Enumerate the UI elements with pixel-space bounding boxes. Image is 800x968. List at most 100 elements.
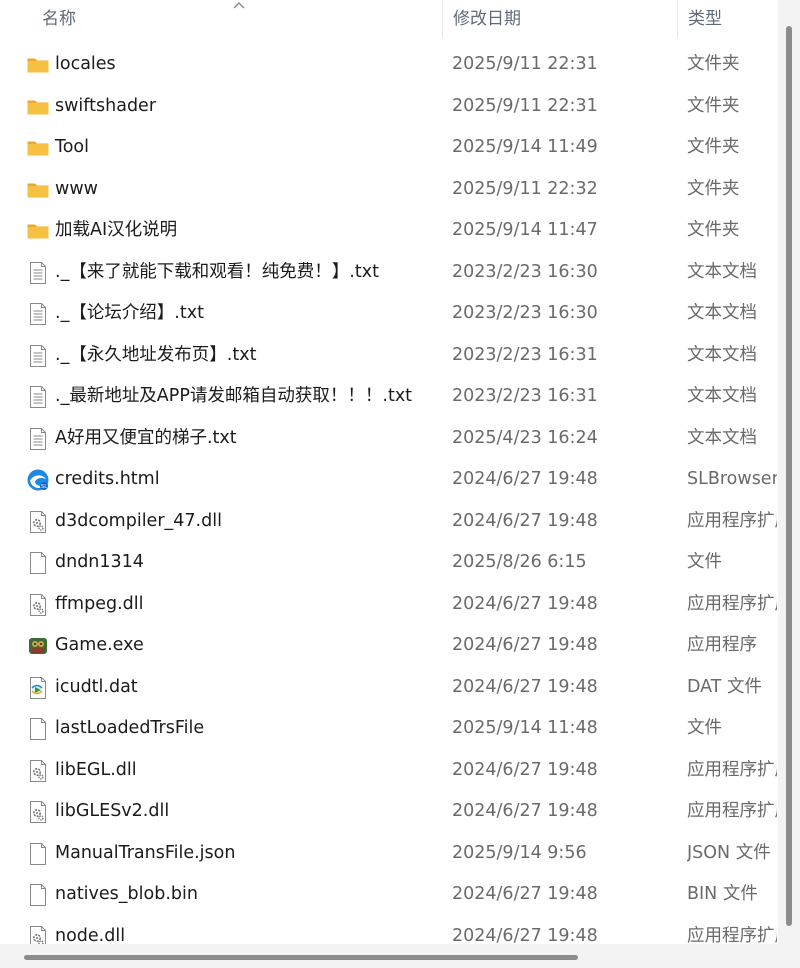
file-type: 文本文档 [687, 386, 757, 406]
file-name: natives_blob.bin [55, 884, 198, 904]
file-row-icudtl-dat[interactable]: icudtl.dat 2024/6/27 19:48 DAT 文件 [0, 667, 778, 709]
column-header-bar: 名称 修改日期 类型 [0, 0, 778, 38]
file-name: libGLESv2.dll [55, 801, 170, 821]
file-modified-date: 2023/2/23 16:31 [452, 386, 598, 406]
game-exe-icon [26, 634, 50, 658]
column-header-type-label: 类型 [688, 9, 722, 29]
file-modified-date: 2023/2/23 16:30 [452, 303, 598, 323]
file-type: 文件 [687, 552, 722, 572]
file-modified-date: 2025/9/11 22:31 [452, 54, 598, 74]
folder-icon [26, 53, 50, 77]
dll-file-icon [26, 759, 50, 783]
file-name: A好用又便宜的梯子.txt [55, 427, 237, 448]
file-row-txt[interactable]: ._【来了就能下载和观看！纯免费！】.txt 2023/2/23 16:30 文本文… [0, 252, 778, 294]
file-explorer: 名称 修改日期 类型 locales 2025/9/11 22:31 文件夹 swif… [0, 0, 800, 968]
file-modified-date: 2024/6/27 19:48 [452, 801, 598, 821]
file-type: DAT 文件 [687, 676, 763, 697]
folder-icon [26, 178, 50, 202]
file-row-txt[interactable]: ._【永久地址发布页】.txt 2023/2/23 16:31 文本文档 [0, 335, 778, 377]
column-header-date-label: 修改日期 [453, 9, 521, 29]
file-modified-date: 2025/9/14 11:48 [452, 718, 598, 738]
file-name: 加载AI汉化说明 [55, 220, 178, 240]
file-type: 文件夹 [687, 95, 740, 116]
horizontal-scrollbar-thumb[interactable] [24, 955, 578, 960]
file-row-www[interactable]: www 2025/9/11 22:32 文件夹 [0, 169, 778, 211]
file-type: 文件夹 [687, 54, 740, 74]
file-name: Tool [55, 137, 89, 157]
blank-file-icon [26, 883, 50, 907]
file-modified-date: 2023/2/23 16:30 [452, 261, 598, 282]
media-file-icon [26, 676, 50, 700]
file-name: d3dcompiler_47.dll [55, 510, 222, 531]
folder-icon [26, 136, 50, 160]
file-name: ffmpeg.dll [55, 593, 144, 614]
vertical-scrollbar-thumb[interactable] [786, 26, 792, 926]
file-name: www [55, 178, 98, 199]
file-row-locales[interactable]: locales 2025/9/11 22:31 文件夹 [0, 44, 778, 86]
file-row-manualtransfile-json[interactable]: ManualTransFile.json 2025/9/14 9:56 JSON 文… [0, 833, 778, 875]
file-modified-date: 2024/6/27 19:48 [452, 635, 598, 655]
file-type: 应用程序 [687, 635, 757, 655]
column-header-date[interactable]: 修改日期 [442, 0, 678, 38]
file-modified-date: 2024/6/27 19:48 [452, 510, 598, 531]
file-type: 应用程序扩展 [687, 510, 777, 531]
file-name: dndn1314 [55, 552, 144, 572]
file-modified-date: 2023/2/23 16:31 [452, 344, 598, 365]
file-type: BIN 文件 [687, 884, 758, 904]
file-row-ai[interactable]: 加载AI汉化说明 2025/9/14 11:47 文件夹 [0, 210, 778, 252]
file-type: 文本文档 [687, 427, 757, 448]
file-row-ffmpeg-dll[interactable]: ffmpeg.dll 2024/6/27 19:48 应用程序扩展 [0, 584, 778, 626]
file-modified-date: 2024/6/27 19:48 [452, 593, 598, 614]
file-type: 文件夹 [687, 137, 740, 157]
file-name: ._【论坛介绍】.txt [55, 303, 204, 323]
file-row-app-txt[interactable]: ._最新地址及APP请发邮箱自动获取！！！.txt 2023/2/23 16:31… [0, 376, 778, 418]
file-name: ManualTransFile.json [55, 842, 236, 863]
sort-ascending-icon [233, 2, 245, 9]
blank-file-icon [26, 842, 50, 866]
file-type: 应用程序扩展 [687, 759, 777, 780]
file-name: libEGL.dll [55, 759, 137, 780]
file-row-game-exe[interactable]: Game.exe 2024/6/27 19:48 应用程序 [0, 625, 778, 667]
file-row-tool[interactable]: Tool 2025/9/14 11:49 文件夹 [0, 127, 778, 169]
file-type: 文本文档 [687, 303, 757, 323]
text-file-icon [26, 302, 50, 326]
file-row-libglesv2-dll[interactable]: libGLESv2.dll 2024/6/27 19:48 应用程序扩展 [0, 791, 778, 833]
horizontal-scrollbar[interactable] [0, 944, 778, 968]
file-row-lastloadedtrsfile[interactable]: lastLoadedTrsFile 2025/9/14 11:48 文件 [0, 708, 778, 750]
file-row-dndn1314[interactable]: dndn1314 2025/8/26 6:15 文件 [0, 542, 778, 584]
file-type: 应用程序扩展 [687, 801, 777, 821]
file-type: JSON 文件 [687, 842, 771, 863]
blank-file-icon [26, 717, 50, 741]
file-row-credits-html[interactable]: SL credits.html 2024/6/27 19:48 SLBrowser [0, 459, 778, 501]
file-name: locales [55, 54, 116, 74]
file-row-natives-blob-bin[interactable]: natives_blob.bin 2024/6/27 19:48 BIN 文件 [0, 874, 778, 916]
file-type: 文本文档 [687, 344, 757, 365]
file-type: SLBrowser [687, 469, 777, 489]
file-row-d3dcompiler-47-dll[interactable]: d3dcompiler_47.dll 2024/6/27 19:48 应用程序扩展 [0, 501, 778, 543]
text-file-icon [26, 344, 50, 368]
file-type: 文本文档 [687, 261, 757, 282]
file-row-libegl-dll[interactable]: libEGL.dll 2024/6/27 19:48 应用程序扩展 [0, 750, 778, 792]
vertical-scrollbar[interactable] [778, 0, 800, 968]
file-modified-date: 2024/6/27 19:48 [452, 676, 598, 697]
file-modified-date: 2024/6/27 19:48 [452, 884, 598, 904]
file-row-swiftshader[interactable]: swiftshader 2025/9/11 22:31 文件夹 [0, 86, 778, 128]
file-row-a-txt[interactable]: A好用又便宜的梯子.txt 2025/4/23 16:24 文本文档 [0, 418, 778, 460]
file-name: credits.html [55, 469, 160, 489]
text-file-icon [26, 427, 50, 451]
file-name: lastLoadedTrsFile [55, 718, 205, 738]
file-modified-date: 2025/4/23 16:24 [452, 427, 598, 448]
folder-icon [26, 219, 50, 243]
dll-file-icon [26, 800, 50, 824]
file-modified-date: 2025/9/11 22:32 [452, 178, 598, 199]
file-modified-date: 2024/6/27 19:48 [452, 759, 598, 780]
file-name: Game.exe [55, 635, 144, 655]
file-type: 文件 [687, 718, 722, 738]
column-header-name-label: 名称 [42, 9, 76, 29]
file-type: 文件夹 [687, 220, 740, 240]
file-list: locales 2025/9/11 22:31 文件夹 swiftshader 2025… [0, 44, 778, 957]
svg-text:SL: SL [41, 484, 47, 490]
file-name: ._【永久地址发布页】.txt [55, 344, 257, 365]
file-row-txt[interactable]: ._【论坛介绍】.txt 2023/2/23 16:30 文本文档 [0, 293, 778, 335]
text-file-icon [26, 261, 50, 285]
